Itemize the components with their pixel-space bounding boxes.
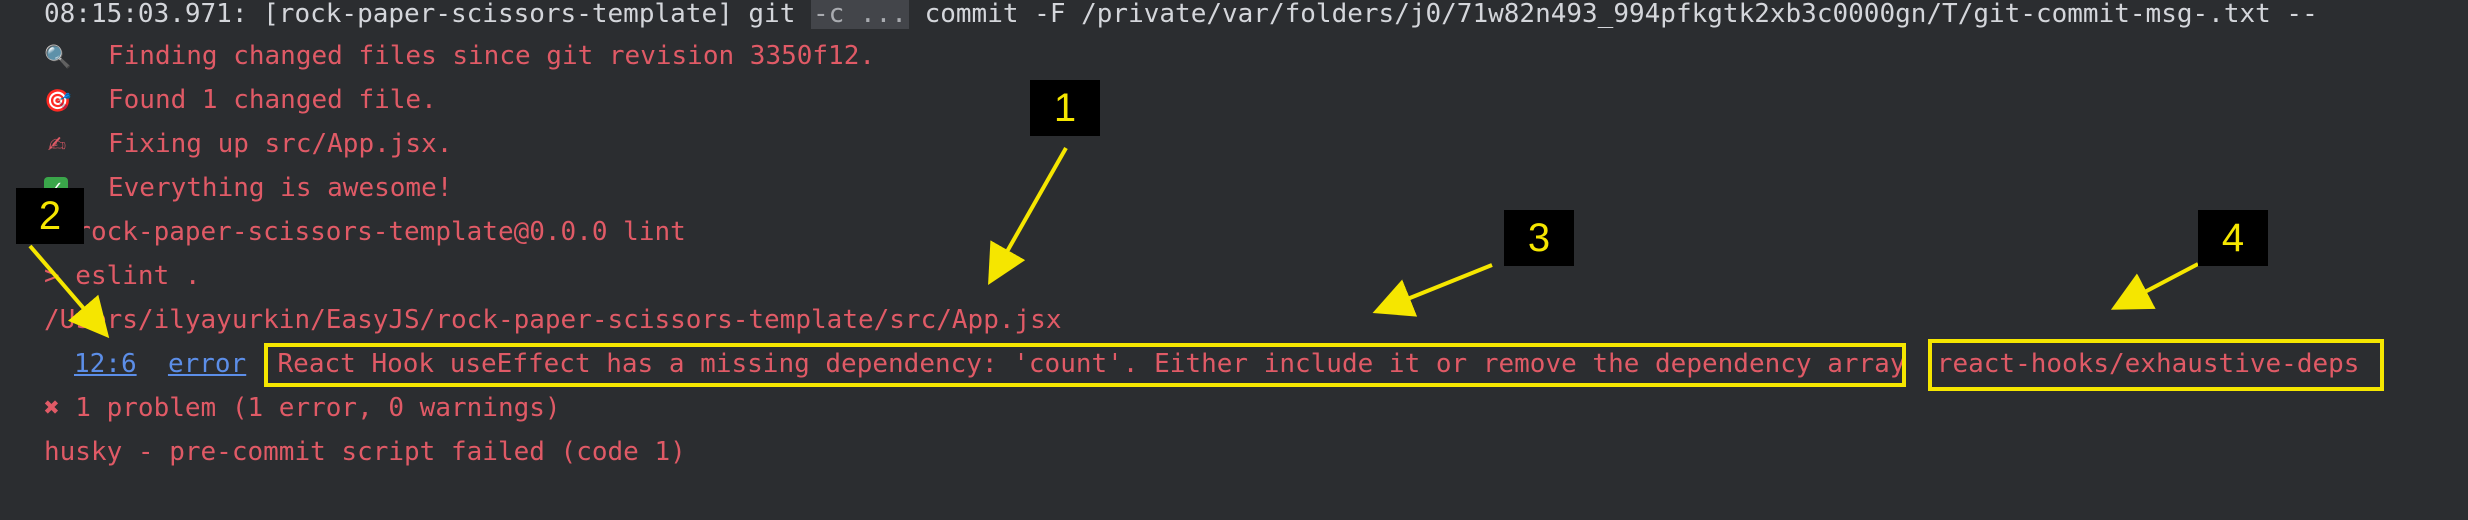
arrow-3	[1372, 263, 1493, 317]
annotation-label-2: 2	[16, 188, 84, 244]
arrow-1	[988, 147, 1068, 285]
arrow-2	[28, 244, 110, 339]
terminal-output: 08:15:03.971: [rock-paper-scissors-templ…	[0, 0, 2468, 520]
annotation-label-1: 1	[1030, 80, 1100, 136]
annotation-label-3: 3	[1504, 210, 1574, 266]
arrow-4	[2110, 262, 2199, 310]
annotation-arrows	[28, 147, 2199, 339]
annotation-label-4: 4	[2198, 210, 2268, 266]
